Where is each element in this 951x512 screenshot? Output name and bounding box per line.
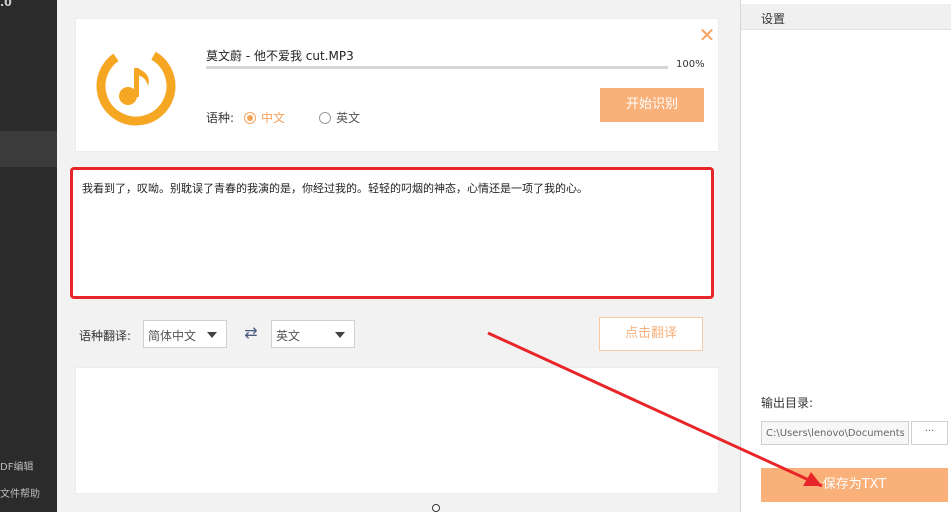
radio-english[interactable]: 英文 bbox=[319, 109, 360, 126]
output-dir-label: 输出目录: bbox=[761, 396, 814, 410]
audio-file-card: 莫文蔚 - 他不爱我 cut.MP3 100% ✕ 语种: 中文 英文 开始识别 bbox=[75, 18, 719, 152]
chevron-down-icon bbox=[335, 332, 345, 338]
source-language-value: 简体中文 bbox=[148, 329, 197, 343]
radio-unchecked-icon bbox=[319, 111, 332, 124]
radio-english-label: 英文 bbox=[336, 111, 361, 125]
radio-checked-icon bbox=[244, 111, 257, 124]
progress-bar-fill bbox=[206, 66, 668, 69]
chevron-down-icon bbox=[207, 332, 217, 338]
swap-arrows-icon[interactable]: ⇄ bbox=[241, 323, 261, 343]
output-path-field[interactable] bbox=[761, 421, 909, 445]
save-txt-button[interactable]: 保存为TXT bbox=[761, 468, 948, 502]
file-name: 莫文蔚 - 他不爱我 cut.MP3 bbox=[206, 49, 354, 63]
target-language-value: 英文 bbox=[276, 329, 301, 343]
sidebar-item-file-help[interactable]: 文件帮助 bbox=[0, 485, 40, 500]
recognized-text-area[interactable]: 我看到了，叹呦。别耽误了青春的我演的是，你经过我的。轻轻的叼烟的神态，心情还是一… bbox=[70, 167, 714, 299]
language-label: 语种: bbox=[206, 111, 235, 125]
target-language-select[interactable]: 英文 bbox=[271, 320, 355, 348]
radio-chinese-label: 中文 bbox=[261, 111, 286, 125]
settings-panel: 设置 输出目录: ··· 保存为TXT bbox=[740, 0, 951, 512]
translation-result-area[interactable] bbox=[75, 367, 719, 494]
start-recognition-button[interactable]: 开始识别 bbox=[600, 88, 704, 122]
language-selector: 语种: 中文 英文 bbox=[206, 109, 394, 126]
settings-title: 设置 bbox=[761, 12, 786, 26]
radio-chinese[interactable]: 中文 bbox=[244, 109, 285, 126]
progress-bar bbox=[206, 66, 668, 69]
progress-percent: 100% bbox=[676, 59, 705, 70]
sidebar-version-fragment: .0 bbox=[0, 0, 12, 9]
translate-button[interactable]: 点击翻译 bbox=[599, 317, 703, 351]
source-language-select[interactable]: 简体中文 bbox=[143, 320, 227, 348]
left-sidebar: .0 DF编辑 文件帮助 bbox=[0, 0, 57, 512]
sidebar-item-pdf-edit[interactable]: DF编辑 bbox=[0, 458, 33, 473]
translation-label: 语种翻译: bbox=[79, 329, 132, 343]
translation-row: 语种翻译: 简体中文 ⇄ 英文 点击翻译 bbox=[79, 317, 709, 351]
recognized-text: 我看到了，叹呦。别耽误了青春的我演的是，你经过我的。轻轻的叼烟的神态，心情还是一… bbox=[82, 182, 588, 195]
sidebar-active-item[interactable] bbox=[0, 131, 57, 167]
main-panel: 莫文蔚 - 他不爱我 cut.MP3 100% ✕ 语种: 中文 英文 开始识别… bbox=[57, 0, 733, 512]
music-note-icon bbox=[96, 46, 176, 126]
settings-header: 设置 bbox=[741, 4, 951, 30]
close-icon[interactable]: ✕ bbox=[696, 24, 718, 46]
browse-button[interactable]: ··· bbox=[911, 421, 948, 445]
